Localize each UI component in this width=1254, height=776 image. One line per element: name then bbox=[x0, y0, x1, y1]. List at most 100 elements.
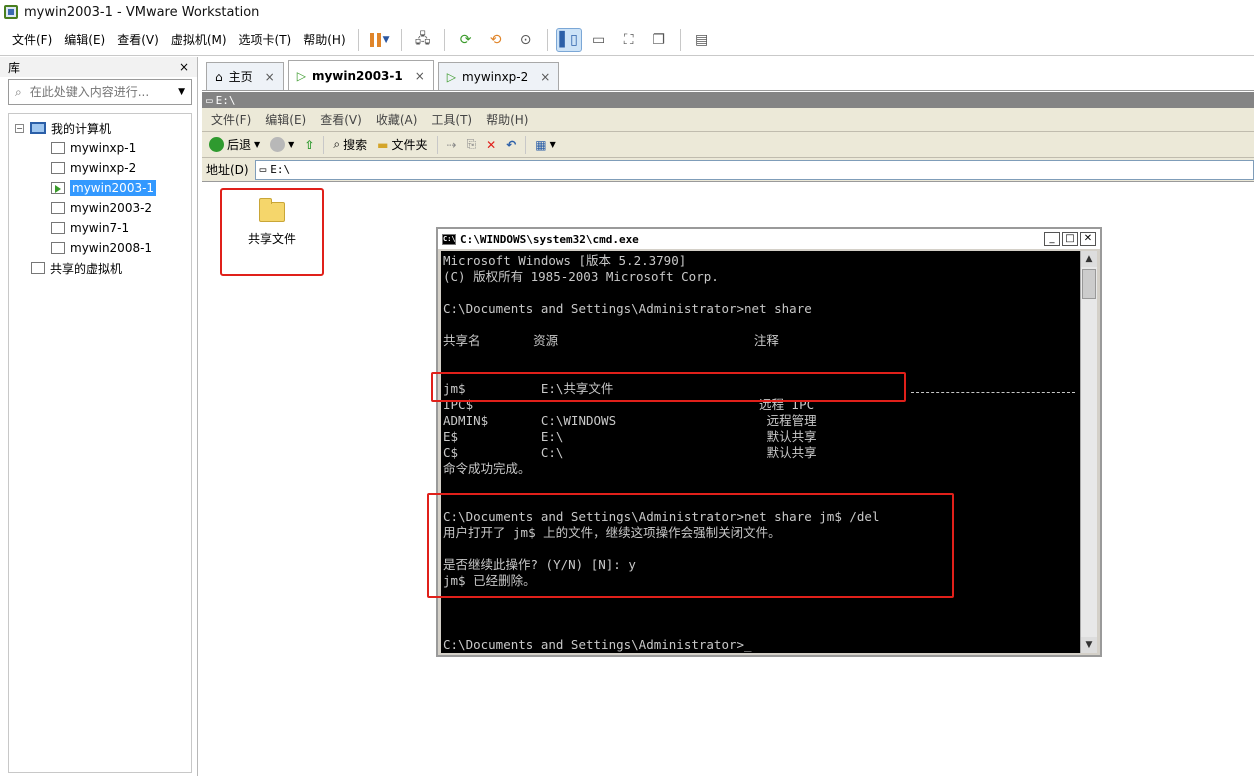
tree-label: 我的计算机 bbox=[51, 121, 112, 136]
vm-tabs: ⌂ 主页 × ▷ mywin2003-1 × ▷ mywinxp-2 × bbox=[202, 60, 1254, 91]
minimize-button[interactable]: _ bbox=[1044, 232, 1060, 246]
copy-to-icon: ⎘ bbox=[466, 137, 477, 151]
tree-label: mywin2008-1 bbox=[70, 241, 153, 255]
undo-button[interactable]: ↶ bbox=[503, 138, 519, 152]
vm-tree: − 我的计算机 mywinxp-1 mywinxp-2 mywin2003-1 … bbox=[8, 113, 192, 773]
menu-file[interactable]: 文件(F) bbox=[6, 31, 58, 48]
library-panel-icon: ▌▯ bbox=[559, 31, 578, 48]
close-icon[interactable]: × bbox=[540, 70, 550, 84]
address-field[interactable]: ▭ E:\ bbox=[254, 159, 1254, 180]
unity-icon: ❐ bbox=[652, 31, 665, 48]
vm-icon bbox=[51, 222, 65, 234]
menu-vm[interactable]: 虚拟机(M) bbox=[165, 31, 233, 48]
cmd-console[interactable]: Microsoft Windows [版本 5.2.3790] (C) 版权所有 … bbox=[441, 251, 1081, 653]
scroll-up-icon[interactable]: ▲ bbox=[1081, 251, 1097, 267]
move-to-button[interactable]: ⇢ bbox=[444, 138, 460, 152]
scroll-thumb[interactable] bbox=[1082, 269, 1096, 299]
folders-label: 文件夹 bbox=[391, 138, 428, 152]
tree-item-vm-selected[interactable]: mywin2003-1 bbox=[9, 178, 191, 198]
console-view-icon: ▤ bbox=[695, 31, 709, 48]
vm-icon bbox=[51, 242, 65, 254]
tree-label: 共享的虚拟机 bbox=[50, 261, 123, 276]
explorer-menu-item[interactable]: 编辑(E) bbox=[258, 111, 313, 128]
forward-arrow-icon bbox=[270, 137, 286, 152]
tree-label: mywin7-1 bbox=[70, 221, 130, 235]
library-search[interactable]: ⌕ ▼ bbox=[8, 79, 192, 105]
chevron-down-icon[interactable]: ▼ bbox=[288, 140, 294, 149]
show-library-button[interactable]: ▌▯ bbox=[555, 27, 582, 52]
revert-snapshot-button[interactable]: ⟲ bbox=[483, 28, 509, 52]
cmd-window[interactable]: C:\ C:\WINDOWS\system32\cmd.exe _ □ ✕ Mi… bbox=[436, 227, 1102, 657]
chevron-down-icon[interactable]: ▼ bbox=[254, 140, 260, 149]
close-icon[interactable]: × bbox=[179, 60, 189, 74]
back-label: 后退 bbox=[227, 138, 252, 152]
tree-label: mywin2003-1 bbox=[70, 180, 157, 196]
guest-window-titlebar: ▭ E:\ bbox=[202, 92, 1254, 108]
tree-item-vm[interactable]: mywin2003-2 bbox=[9, 198, 191, 218]
tab-home[interactable]: ⌂ 主页 × bbox=[206, 62, 284, 90]
menu-edit[interactable]: 编辑(E) bbox=[58, 31, 111, 48]
console-line: C:\Documents and Settings\Administrator>… bbox=[443, 637, 752, 652]
tree-item-vm[interactable]: mywinxp-2 bbox=[9, 158, 191, 178]
console-line: C:\Documents and Settings\Administrator>… bbox=[443, 509, 880, 524]
close-button[interactable]: ✕ bbox=[1080, 232, 1096, 246]
cmd-scrollbar[interactable]: ▲ ▼ bbox=[1080, 251, 1097, 653]
menu-tabs[interactable]: 选项卡(T) bbox=[233, 31, 298, 48]
search-input[interactable] bbox=[27, 84, 158, 100]
folder-label: 共享文件 bbox=[247, 232, 296, 246]
separator-line bbox=[911, 392, 1075, 393]
maximize-button[interactable]: □ bbox=[1062, 232, 1078, 246]
chevron-down-icon[interactable]: ▼ bbox=[383, 35, 390, 45]
back-button[interactable]: 后退 ▼ bbox=[206, 136, 263, 153]
chevron-down-icon[interactable]: ▼ bbox=[178, 87, 185, 97]
scroll-down-icon[interactable]: ▼ bbox=[1081, 637, 1097, 653]
unity-button[interactable]: ❐ bbox=[646, 28, 672, 52]
folders-button[interactable]: ▬ 文件夹 bbox=[374, 136, 430, 153]
tab-mywin2003-1[interactable]: ▷ mywin2003-1 × bbox=[287, 60, 434, 90]
cmd-titlebar[interactable]: C:\ C:\WINDOWS\system32\cmd.exe _ □ ✕ bbox=[438, 229, 1100, 249]
send-ctrl-alt-del-button[interactable]: 🖧 bbox=[410, 28, 436, 52]
delete-button[interactable]: ✕ bbox=[483, 138, 499, 152]
tree-item-shared-vms[interactable]: 共享的虚拟机 bbox=[9, 258, 191, 278]
console-line: 是否继续此操作? (Y/N) [N]: y bbox=[443, 557, 636, 572]
shared-folder-item[interactable]: 共享文件 bbox=[220, 188, 324, 276]
console-line: C$ C:\ 默认共享 bbox=[443, 445, 817, 460]
explorer-menu-item[interactable]: 文件(F) bbox=[204, 111, 258, 128]
explorer-menu-item[interactable]: 收藏(A) bbox=[369, 111, 425, 128]
chevron-down-icon[interactable]: ▼ bbox=[550, 140, 556, 149]
menu-view[interactable]: 查看(V) bbox=[111, 31, 165, 48]
console-line: E$ E:\ 默认共享 bbox=[443, 429, 817, 444]
collapse-icon[interactable]: − bbox=[15, 123, 24, 133]
search-button[interactable]: ⌕ 搜索 bbox=[330, 136, 370, 153]
pause-button[interactable]: ▼ bbox=[367, 28, 393, 52]
forward-button[interactable]: ▼ bbox=[267, 137, 297, 152]
close-icon[interactable]: × bbox=[265, 70, 275, 84]
explorer-menu-item[interactable]: 帮助(H) bbox=[479, 111, 535, 128]
tree-item-vm[interactable]: mywin7-1 bbox=[9, 218, 191, 238]
snapshot-manager-button[interactable]: ⊙ bbox=[513, 28, 539, 52]
take-snapshot-button[interactable]: ⟳ bbox=[453, 28, 479, 52]
vm-running-icon: ▷ bbox=[446, 69, 457, 84]
up-folder-button[interactable]: ⇧ bbox=[301, 138, 317, 152]
console-line: C:\Documents and Settings\Administrator>… bbox=[443, 301, 812, 316]
thumbnail-bar-button[interactable]: ▭ bbox=[586, 28, 612, 52]
title-bar: mywin2003-1 - VMware Workstation bbox=[0, 0, 1254, 24]
tab-label: mywin2003-1 bbox=[311, 68, 403, 83]
snapshot-revert-icon: ⟲ bbox=[489, 31, 502, 48]
window-title: mywin2003-1 - VMware Workstation bbox=[24, 4, 260, 20]
explorer-menu-item[interactable]: 工具(T) bbox=[424, 111, 479, 128]
console-view-button[interactable]: ▤ bbox=[689, 28, 715, 52]
tree-item-vm[interactable]: mywin2008-1 bbox=[9, 238, 191, 258]
tree-item-my-computer[interactable]: − 我的计算机 bbox=[9, 118, 191, 138]
copy-to-button[interactable]: ⎘ bbox=[464, 137, 480, 152]
views-button[interactable]: ▦ ▼ bbox=[532, 138, 559, 152]
close-icon[interactable]: × bbox=[415, 69, 425, 83]
console-line: jm$ 已经删除。 bbox=[443, 573, 536, 588]
tab-mywinxp-2[interactable]: ▷ mywinxp-2 × bbox=[437, 62, 560, 90]
tab-label: mywinxp-2 bbox=[462, 69, 529, 84]
fullscreen-button[interactable]: ⛶ bbox=[616, 28, 642, 52]
pause-icon bbox=[369, 32, 381, 47]
tree-item-vm[interactable]: mywinxp-1 bbox=[9, 138, 191, 158]
menu-help[interactable]: 帮助(H) bbox=[297, 31, 351, 48]
explorer-menu-item[interactable]: 查看(V) bbox=[313, 111, 369, 128]
